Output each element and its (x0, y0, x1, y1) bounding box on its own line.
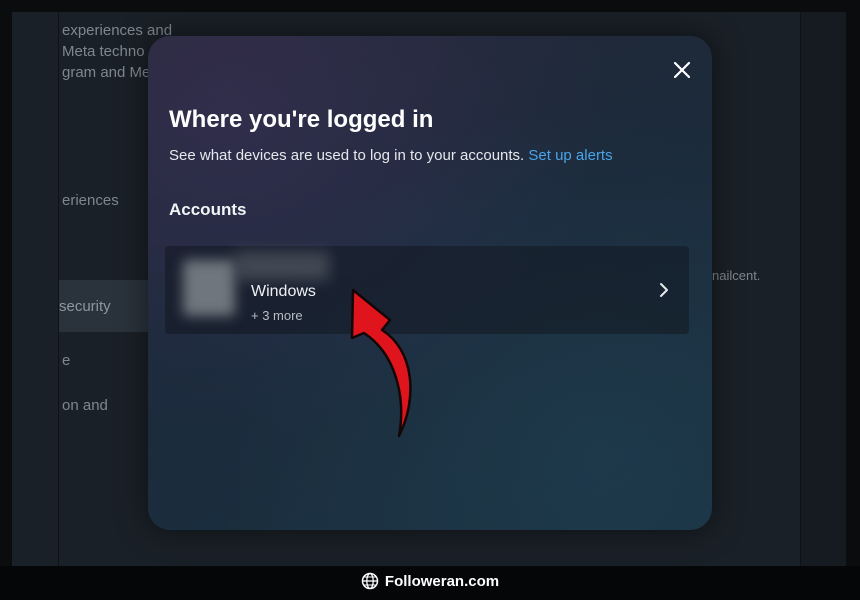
app-screen: experiences and Meta techno gram and Me … (12, 12, 846, 566)
avatar (183, 260, 235, 316)
dialog-description: See what devices are used to log in to y… (169, 147, 613, 164)
right-panel (801, 12, 846, 566)
red-curved-arrow-icon (350, 288, 412, 438)
bg-text-6: e (62, 352, 71, 369)
close-icon (673, 61, 691, 79)
chevron-right-icon (660, 283, 668, 297)
set-up-alerts-link[interactable]: Set up alerts (528, 147, 612, 164)
logged-in-dialog: Where you're logged in See what devices … (148, 36, 712, 530)
description-text: See what devices are used to log in to y… (169, 147, 525, 164)
device-more-count: + 3 more (251, 308, 303, 323)
device-name: Windows (251, 283, 316, 300)
sidebar-item-label: security (59, 298, 111, 315)
footer-watermark: Followeran.com (0, 566, 860, 600)
bg-text-3: gram and Me (62, 64, 151, 81)
bg-text-1: experiences and (62, 22, 173, 39)
sidebar-item-security[interactable]: security (59, 280, 149, 332)
account-device-row[interactable]: Windows + 3 more (165, 246, 689, 334)
blurred-account-name (235, 252, 329, 280)
accounts-heading: Accounts (169, 200, 247, 219)
globe-icon (361, 572, 379, 590)
brand-text: Followeran.com (384, 572, 500, 590)
dialog-title: Where you're logged in (169, 106, 434, 133)
bg-text-4: eriences (62, 192, 119, 209)
bg-text-8: nailcent. (712, 268, 761, 283)
bg-text-7: on and (62, 397, 108, 414)
close-button[interactable] (668, 56, 696, 84)
brand: Followeran.com (0, 572, 860, 590)
bg-text-2: Meta techno (62, 43, 145, 60)
